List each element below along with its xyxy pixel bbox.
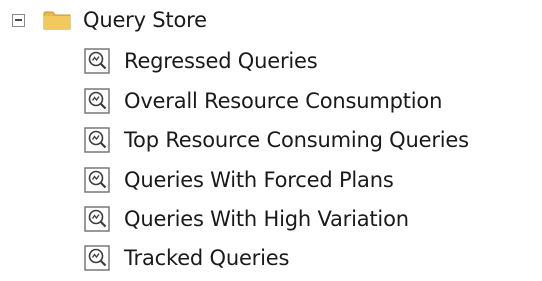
tree-node-tracked-queries[interactable]: Tracked Queries	[84, 240, 289, 276]
tree-node-regressed-queries[interactable]: Regressed Queries	[84, 43, 318, 79]
tree-node-query-store[interactable]: Query Store	[12, 2, 207, 38]
report-magnifier-icon	[84, 245, 110, 271]
tree-node-label: Queries With High Variation	[124, 207, 409, 231]
report-magnifier-icon	[84, 48, 110, 74]
report-magnifier-icon	[84, 167, 110, 193]
tree-node-label: Regressed Queries	[124, 49, 318, 73]
tree-node-label: Tracked Queries	[124, 246, 290, 270]
report-magnifier-icon	[84, 206, 110, 232]
tree-node-label: Top Resource Consuming Queries	[124, 128, 469, 152]
report-magnifier-icon	[84, 88, 110, 114]
tree-node-queries-with-high-variation[interactable]: Queries With High Variation	[84, 201, 409, 237]
tree-node-label: Query Store	[83, 8, 207, 32]
report-magnifier-icon	[84, 127, 110, 153]
tree-node-overall-resource-consumption[interactable]: Overall Resource Consumption	[84, 83, 442, 119]
tree-node-top-resource-consuming-queries[interactable]: Top Resource Consuming Queries	[84, 122, 469, 158]
collapse-minus-icon[interactable]	[12, 13, 25, 27]
object-explorer-tree: Query Store Regressed Queries Overall Re…	[0, 0, 542, 281]
tree-node-label: Queries With Forced Plans	[124, 168, 394, 192]
tree-node-label: Overall Resource Consumption	[124, 89, 443, 113]
folder-icon	[43, 11, 71, 30]
tree-node-queries-with-forced-plans[interactable]: Queries With Forced Plans	[84, 162, 394, 198]
